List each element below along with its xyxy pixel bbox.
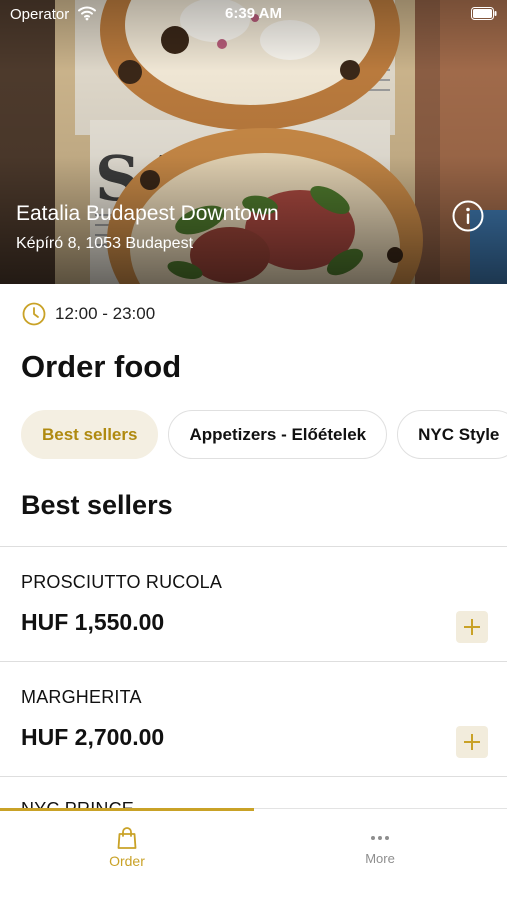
tab-order-label: Order — [109, 853, 145, 869]
opening-hours: 12:00 - 23:00 — [22, 301, 155, 327]
category-chip-appetizers[interactable]: Appetizers - Előételek — [168, 410, 388, 459]
tab-bar: Order More — [0, 808, 507, 900]
menu-item-name: PROSCIUTTO RUCOLA — [21, 572, 223, 592]
tab-selected-indicator — [0, 808, 254, 811]
info-icon[interactable] — [452, 200, 484, 232]
plus-icon — [464, 619, 480, 635]
shopping-bag-icon — [117, 827, 137, 849]
menu-item-price: HUF 1,550.00 — [21, 609, 165, 635]
tab-more[interactable]: More — [253, 823, 507, 873]
category-chip-best-sellers[interactable]: Best sellers — [21, 410, 159, 459]
menu-item-name: MARGHERITA — [21, 687, 142, 707]
status-bar: Operator 6:39 AM — [0, 0, 507, 28]
battery-icon — [471, 7, 497, 20]
plus-icon — [464, 734, 480, 750]
opening-hours-text: 12:00 - 23:00 — [55, 304, 156, 323]
clock-icon — [22, 302, 46, 326]
tab-more-label: More — [365, 851, 395, 866]
menu-item-price: HUF 2,700.00 — [21, 724, 165, 750]
restaurant-address: Képíró 8, 1053 Budapest — [16, 235, 194, 252]
more-dots-icon — [371, 836, 389, 840]
status-time: 6:39 AM — [225, 5, 282, 22]
menu-item[interactable]: PROSCIUTTO RUCOLA HUF 1,550.00 — [0, 547, 507, 662]
category-chips: Best sellers Appetizers - Előételek NYC … — [21, 410, 507, 459]
divider — [0, 776, 507, 777]
category-heading: Best sellers — [21, 490, 173, 520]
tab-order[interactable]: Order — [0, 823, 254, 873]
page-title: Order food — [21, 349, 182, 384]
restaurant-hero: SA Operator — [0, 0, 507, 284]
add-to-cart-button[interactable] — [456, 611, 488, 643]
category-chip-nyc-style[interactable]: NYC Style — [397, 410, 507, 459]
restaurant-name: Eatalia Budapest Downtown — [16, 202, 279, 225]
add-to-cart-button[interactable] — [456, 726, 488, 758]
menu-item[interactable]: MARGHERITA HUF 2,700.00 — [0, 662, 507, 777]
